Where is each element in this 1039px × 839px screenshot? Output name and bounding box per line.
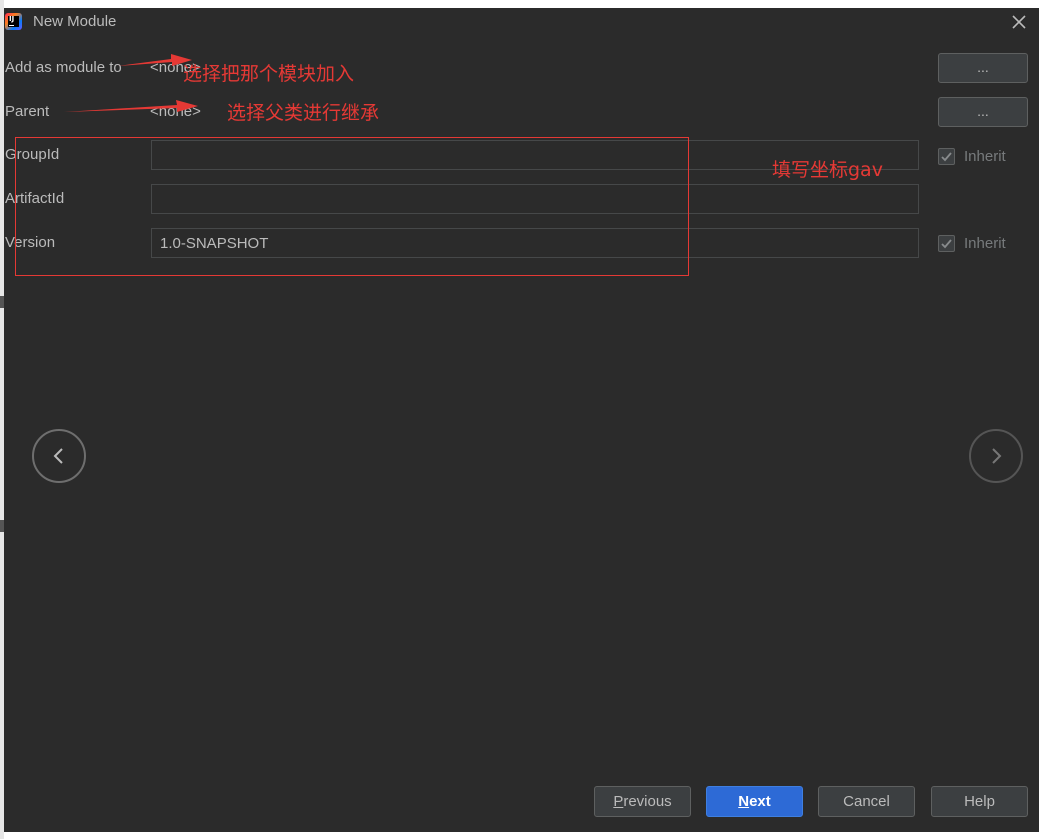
inherit-label: Inherit xyxy=(964,234,1006,252)
new-module-dialog: IJ New Module Add as module to <none> ..… xyxy=(4,8,1039,832)
parent-label: Parent xyxy=(5,103,50,120)
gav-annotation-box xyxy=(15,137,689,276)
annotation-arrow-parent xyxy=(64,100,198,112)
previous-button[interactable]: Previous xyxy=(594,786,691,817)
next-step-arrow[interactable] xyxy=(969,429,1023,483)
dialog-title: New Module xyxy=(33,13,117,30)
intellij-logo-icon: IJ xyxy=(5,13,22,30)
chevron-left-icon xyxy=(53,448,63,464)
add-as-module-label: Add as module to xyxy=(5,59,122,76)
annotation-parent-text: 选择父类进行继承 xyxy=(227,102,380,124)
checkmark-icon xyxy=(941,238,952,248)
add-as-module-browse-button[interactable]: ... xyxy=(938,53,1028,83)
annotation-gav-text: 填写坐标gav xyxy=(772,159,883,181)
title-bar: IJ New Module xyxy=(4,8,1039,38)
help-button[interactable]: Help xyxy=(931,786,1028,817)
checkbox-box[interactable] xyxy=(938,147,955,165)
checkbox-box[interactable] xyxy=(938,234,955,252)
parent-browse-button[interactable]: ... xyxy=(938,97,1028,127)
annotation-module-text: 选择把那个模块加入 xyxy=(183,63,355,85)
close-icon xyxy=(1012,15,1026,29)
chevron-right-icon xyxy=(992,448,1002,464)
inherit-label: Inherit xyxy=(964,147,1006,165)
next-button[interactable]: Next xyxy=(706,786,803,817)
group-id-inherit-checkbox[interactable]: Inherit xyxy=(938,146,1006,166)
version-inherit-checkbox[interactable]: Inherit xyxy=(938,233,1006,253)
cancel-button[interactable]: Cancel xyxy=(818,786,915,817)
previous-step-arrow[interactable] xyxy=(32,429,86,483)
close-button[interactable] xyxy=(1009,12,1029,32)
checkmark-icon xyxy=(941,151,952,161)
